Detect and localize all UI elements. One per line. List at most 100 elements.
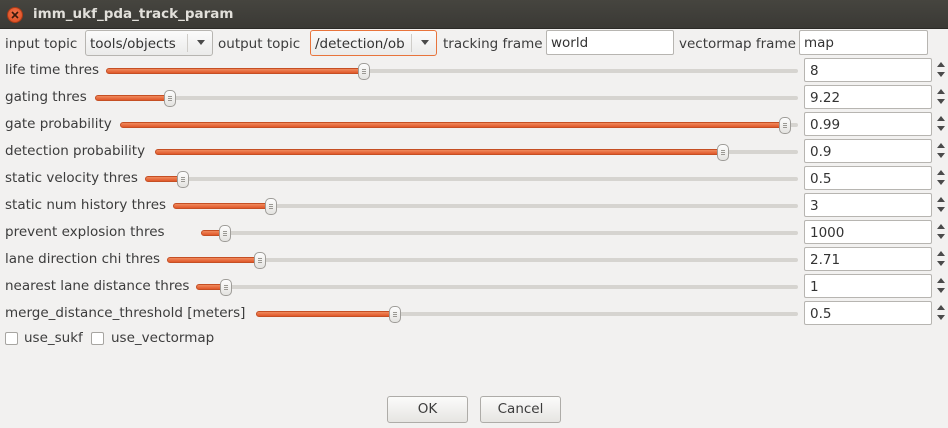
value-input[interactable]: 1 bbox=[804, 274, 932, 298]
slider-handle[interactable] bbox=[219, 225, 231, 242]
grip-line bbox=[721, 152, 725, 153]
slider-track[interactable] bbox=[256, 306, 798, 323]
value-input[interactable]: 0.5 bbox=[804, 166, 932, 190]
value-text: 0.99 bbox=[810, 117, 841, 133]
value-input[interactable]: 3 bbox=[804, 193, 932, 217]
value-input[interactable]: 0.99 bbox=[804, 112, 932, 136]
output-topic-value: /detection/ob bbox=[315, 36, 405, 52]
chevron-up-icon[interactable] bbox=[937, 251, 945, 256]
slider-handle[interactable] bbox=[358, 63, 370, 80]
chevron-down-icon[interactable] bbox=[937, 261, 945, 266]
value-text: 8 bbox=[810, 63, 819, 79]
slider-label: prevent explosion thres bbox=[5, 224, 165, 240]
slider-track[interactable] bbox=[196, 279, 798, 296]
slider-track[interactable] bbox=[95, 90, 798, 107]
grip-line bbox=[393, 316, 397, 317]
slider-handle[interactable] bbox=[779, 117, 791, 134]
grip-line bbox=[168, 100, 172, 101]
slider-track[interactable] bbox=[155, 144, 798, 161]
slider-handle[interactable] bbox=[389, 306, 401, 323]
chevron-down-icon[interactable] bbox=[937, 180, 945, 185]
spin-stepper[interactable] bbox=[936, 194, 946, 216]
spin-stepper[interactable] bbox=[936, 275, 946, 297]
use-sukf-checkbox[interactable] bbox=[5, 332, 18, 345]
slider-track[interactable] bbox=[201, 225, 798, 242]
value-text: 1000 bbox=[810, 225, 845, 241]
slider-handle[interactable] bbox=[265, 198, 277, 215]
slider-row-gate-probability: gate probability 0.99 bbox=[0, 111, 948, 138]
slider-row-prevent-explosion-thres: prevent explosion thres 1000 bbox=[0, 219, 948, 246]
value-input[interactable]: 9.22 bbox=[804, 85, 932, 109]
chevron-down-icon[interactable] bbox=[937, 207, 945, 212]
slider-row-lane-direction-chi-thres: lane direction chi thres 2.71 bbox=[0, 246, 948, 273]
slider-track[interactable] bbox=[167, 252, 798, 269]
slider-row-gating-thres: gating thres 9.22 bbox=[0, 84, 948, 111]
chevron-up-icon[interactable] bbox=[937, 170, 945, 175]
spin-stepper[interactable] bbox=[936, 86, 946, 108]
slider-fill bbox=[120, 122, 785, 128]
grip-line bbox=[783, 125, 787, 126]
slider-fill bbox=[155, 149, 723, 155]
title-bar: imm_ukf_pda_track_param bbox=[0, 0, 948, 29]
chevron-up-icon[interactable] bbox=[937, 143, 945, 148]
output-topic-combo[interactable]: /detection/ob bbox=[310, 30, 437, 56]
slider-label: merge_distance_threshold [meters] bbox=[5, 305, 246, 321]
slider-track[interactable] bbox=[173, 198, 798, 215]
value-input[interactable]: 0.9 bbox=[804, 139, 932, 163]
spin-stepper[interactable] bbox=[936, 167, 946, 189]
chevron-down-icon[interactable] bbox=[937, 126, 945, 131]
slider-fill bbox=[95, 95, 170, 101]
chevron-up-icon[interactable] bbox=[937, 197, 945, 202]
grip-line bbox=[362, 71, 366, 72]
cancel-button[interactable]: Cancel bbox=[480, 396, 561, 423]
chevron-down-icon[interactable] bbox=[937, 288, 945, 293]
value-text: 9.22 bbox=[810, 90, 841, 106]
vectormap-frame-input[interactable]: map bbox=[799, 30, 928, 55]
slider-handle[interactable] bbox=[254, 252, 266, 269]
chevron-up-icon[interactable] bbox=[937, 278, 945, 283]
use-vectormap-label[interactable]: use_vectormap bbox=[111, 330, 214, 346]
slider-track[interactable] bbox=[120, 117, 798, 134]
spin-stepper[interactable] bbox=[936, 221, 946, 243]
chevron-down-icon bbox=[421, 40, 429, 45]
grip-line bbox=[393, 314, 397, 315]
value-input[interactable]: 2.71 bbox=[804, 247, 932, 271]
output-topic-label: output topic bbox=[218, 36, 301, 52]
chevron-up-icon[interactable] bbox=[937, 116, 945, 121]
chevron-down-icon[interactable] bbox=[937, 234, 945, 239]
tracking-frame-input[interactable]: world bbox=[546, 30, 674, 55]
chevron-down-icon[interactable] bbox=[937, 315, 945, 320]
chevron-up-icon[interactable] bbox=[937, 305, 945, 310]
chevron-up-icon[interactable] bbox=[937, 224, 945, 229]
slider-track[interactable] bbox=[106, 63, 798, 80]
slider-fill bbox=[106, 68, 364, 74]
input-topic-combo[interactable]: tools/objects bbox=[85, 30, 213, 56]
spin-stepper[interactable] bbox=[936, 302, 946, 324]
chevron-up-icon[interactable] bbox=[937, 62, 945, 67]
value-input[interactable]: 8 bbox=[804, 58, 932, 82]
slider-handle[interactable] bbox=[164, 90, 176, 107]
slider-handle[interactable] bbox=[177, 171, 189, 188]
ok-button[interactable]: OK bbox=[387, 396, 468, 423]
chevron-down-icon bbox=[197, 40, 205, 45]
chevron-down-icon[interactable] bbox=[937, 153, 945, 158]
chevron-up-icon[interactable] bbox=[937, 89, 945, 94]
spin-stepper[interactable] bbox=[936, 59, 946, 81]
chevron-down-icon[interactable] bbox=[937, 99, 945, 104]
slider-handle[interactable] bbox=[717, 144, 729, 161]
chevron-down-icon[interactable] bbox=[937, 72, 945, 77]
slider-track[interactable] bbox=[145, 171, 798, 188]
use-vectormap-checkbox[interactable] bbox=[91, 332, 104, 345]
window-title: imm_ukf_pda_track_param bbox=[33, 6, 234, 22]
value-input[interactable]: 0.5 bbox=[804, 301, 932, 325]
spin-stepper[interactable] bbox=[936, 113, 946, 135]
use-sukf-label[interactable]: use_sukf bbox=[24, 330, 83, 346]
spin-stepper[interactable] bbox=[936, 248, 946, 270]
close-icon[interactable] bbox=[7, 7, 23, 23]
grip-line bbox=[224, 289, 228, 290]
spin-stepper[interactable] bbox=[936, 140, 946, 162]
value-input[interactable]: 1000 bbox=[804, 220, 932, 244]
input-topic-label: input topic bbox=[5, 36, 78, 52]
slider-row-static-velocity-thres: static velocity thres 0.5 bbox=[0, 165, 948, 192]
slider-handle[interactable] bbox=[220, 279, 232, 296]
